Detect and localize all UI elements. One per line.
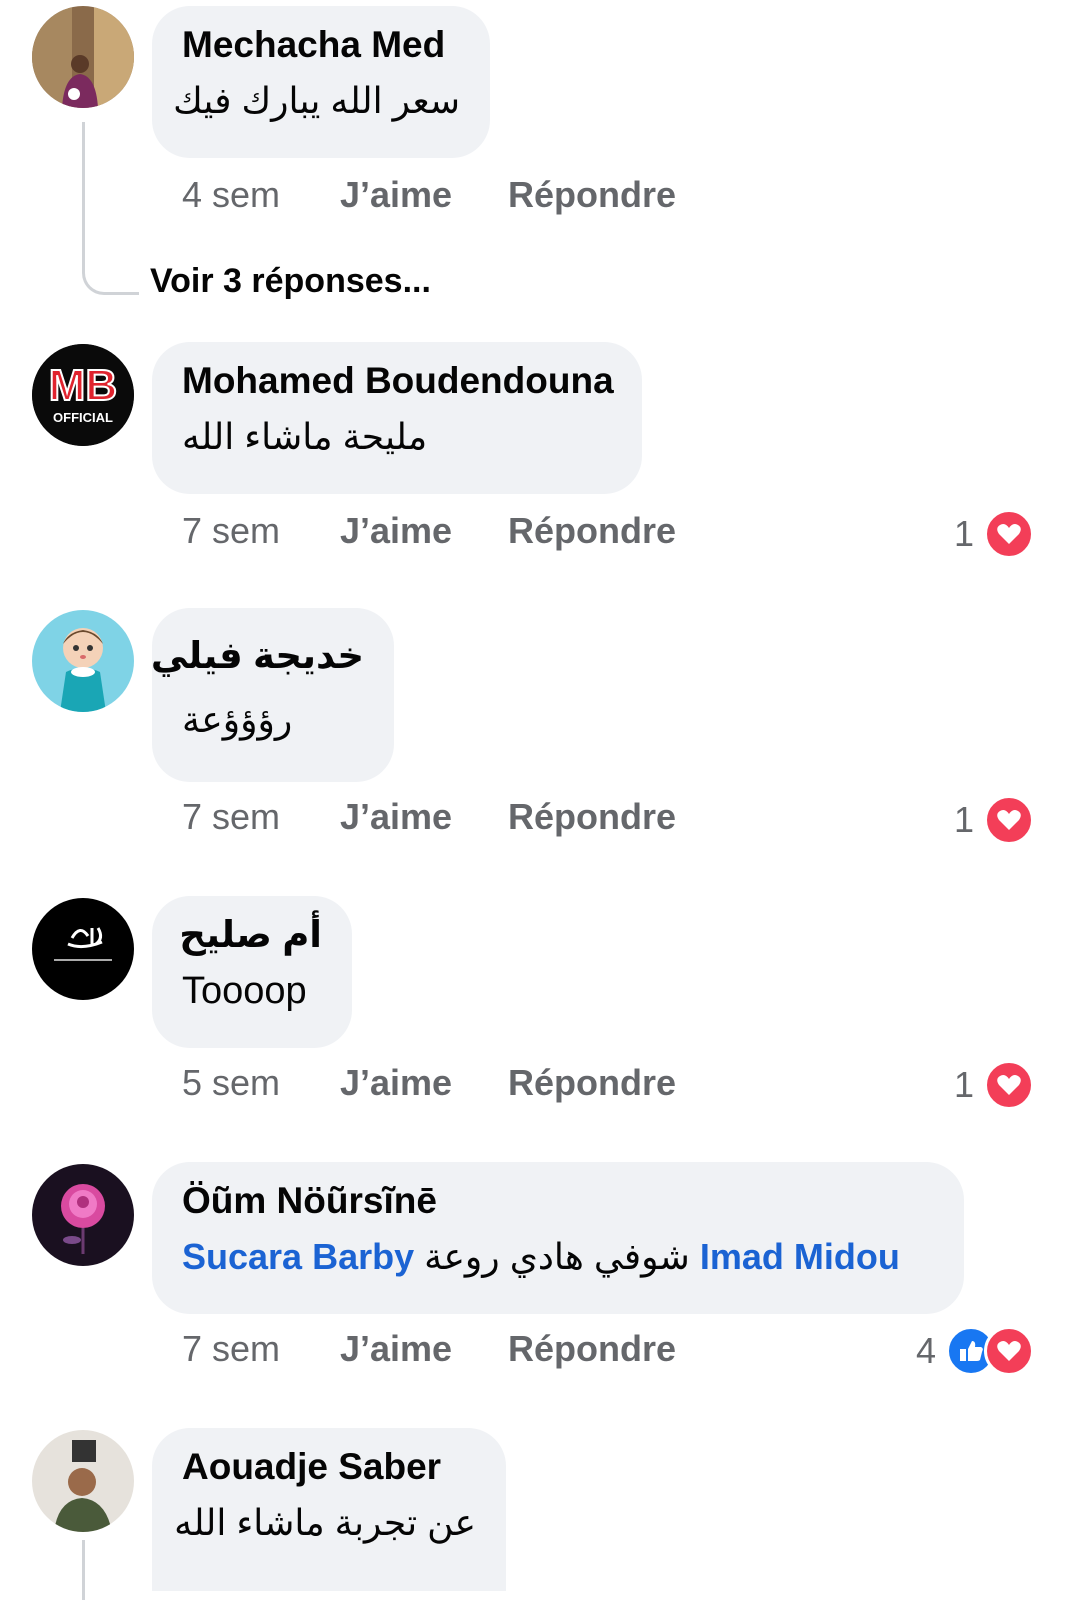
comment-text: Sucara Barby شوفي هادي روعة Imad Midou xyxy=(182,1226,934,1288)
rose-icon xyxy=(32,1164,134,1266)
reply-button[interactable]: Répondre xyxy=(508,796,676,838)
reaction-count: 1 xyxy=(953,1064,974,1105)
comment-time[interactable]: 7 sem xyxy=(182,796,280,838)
comment-bubble: خديجة فيلي رؤؤؤعة xyxy=(151,608,394,782)
mention-link[interactable]: Sucara Barby xyxy=(182,1236,414,1277)
reply-button[interactable]: Répondre xyxy=(508,1328,676,1370)
user-photo-icon xyxy=(32,6,134,108)
like-button[interactable]: J’aime xyxy=(340,1062,452,1104)
comment-time[interactable]: 7 sem xyxy=(182,1328,280,1370)
comment-author[interactable]: أم صليح xyxy=(179,910,322,960)
mb-official-logo-icon: MB OFFICIAL xyxy=(32,344,134,446)
comment-time[interactable]: 5 sem xyxy=(182,1062,280,1104)
reaction-count: 4 xyxy=(915,1330,936,1371)
reply-button[interactable]: Répondre xyxy=(508,1062,676,1104)
like-button[interactable]: J’aime xyxy=(340,1328,452,1370)
reply-button[interactable]: Répondre xyxy=(508,174,676,216)
avatar[interactable] xyxy=(32,898,134,1000)
comment-time[interactable]: 7 sem xyxy=(182,510,280,552)
comment-bubble: Öũm Nöũrsĩnē Sucara Barby شوفي هادي روعة… xyxy=(152,1162,964,1314)
comment-text: سعر الله يبارك فيك xyxy=(173,80,460,121)
avatar-logo-subtext: OFFICIAL xyxy=(53,410,113,425)
avatar-logo-text: MB xyxy=(49,361,117,410)
comment-author[interactable]: Mechacha Med xyxy=(182,20,460,70)
reaction-count: 1 xyxy=(953,799,974,840)
avatar[interactable] xyxy=(32,6,134,108)
comment-text: عن تجربة ماشاء الله xyxy=(174,1502,476,1543)
heart-icon xyxy=(984,795,1034,845)
like-button[interactable]: J’aime xyxy=(340,174,452,216)
reply-button[interactable]: Répondre xyxy=(508,510,676,552)
comment-time[interactable]: 4 sem xyxy=(182,174,280,216)
comment-author[interactable]: Aouadje Saber xyxy=(182,1442,476,1492)
comment-text: رؤؤؤعة xyxy=(182,699,293,740)
comment-bubble: أم صليح Toooop xyxy=(152,896,352,1048)
comment-text: مليحة ماشاء الله xyxy=(182,416,428,457)
heart-icon xyxy=(984,1326,1034,1376)
reaction-summary[interactable]: 1 xyxy=(954,1060,1034,1110)
heart-icon xyxy=(984,1060,1034,1110)
reaction-summary[interactable]: 1 xyxy=(954,509,1034,559)
mention-link[interactable]: Imad Midou xyxy=(700,1236,900,1277)
heart-icon xyxy=(984,509,1034,559)
reaction-summary[interactable]: 1 xyxy=(954,795,1034,845)
like-button[interactable]: J’aime xyxy=(340,510,452,552)
comment-bubble: Mechacha Med سعر الله يبارك فيك xyxy=(152,6,490,158)
view-replies-link[interactable]: Voir 3 réponses... xyxy=(150,262,431,301)
comment-author[interactable]: خديجة فيلي xyxy=(151,622,364,690)
comment-bubble: Mohamed Boudendouna مليحة ماشاء الله xyxy=(152,342,642,494)
avatar[interactable] xyxy=(32,610,134,712)
thread-connector xyxy=(82,122,139,295)
comment-text: Toooop xyxy=(182,970,307,1012)
calligraphy-icon xyxy=(32,898,134,1000)
reaction-count: 1 xyxy=(953,513,974,554)
cartoon-girl-icon xyxy=(32,610,134,712)
thread-connector xyxy=(82,1540,85,1600)
comment-author[interactable]: Öũm Nöũrsĩnē xyxy=(182,1176,934,1226)
reaction-summary[interactable]: 4 xyxy=(916,1326,1034,1376)
comment-bubble: Aouadje Saber عن تجربة ماشاء الله xyxy=(152,1428,506,1591)
comment-author[interactable]: Mohamed Boudendouna xyxy=(182,356,614,406)
like-button[interactable]: J’aime xyxy=(340,796,452,838)
user-photo-icon xyxy=(32,1430,134,1532)
avatar[interactable]: MB OFFICIAL xyxy=(32,344,134,446)
comment-text-middle: شوفي هادي روعة xyxy=(424,1236,690,1277)
avatar[interactable] xyxy=(32,1430,134,1532)
avatar[interactable] xyxy=(32,1164,134,1266)
